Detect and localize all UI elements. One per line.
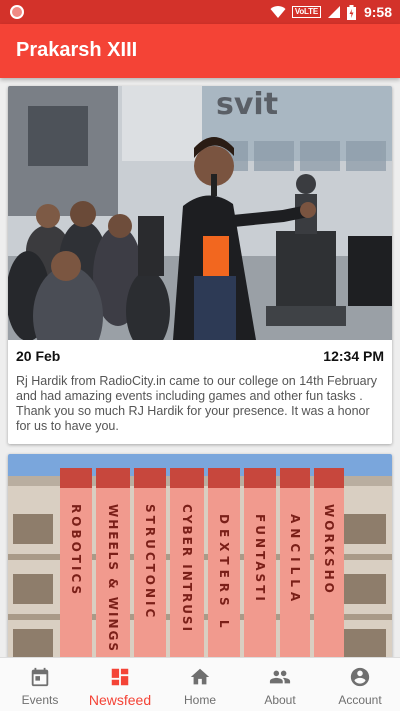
people-icon — [269, 670, 291, 684]
bottom-navigation: Events Newsfeed Home About Account — [0, 657, 400, 711]
status-icons: VoLTE 9:58 — [270, 3, 392, 21]
nav-item-events[interactable]: Events — [0, 658, 80, 711]
nav-label: Newsfeed — [88, 692, 152, 708]
nav-label: About — [264, 693, 296, 707]
banner-label: ROBOTICS — [69, 504, 83, 597]
calendar-icon — [31, 667, 49, 687]
newsfeed-list[interactable]: svit 20 Feb 12:34 PM Rj Hardik from Radi… — [0, 78, 400, 657]
home-icon — [190, 668, 210, 685]
nav-item-home[interactable]: Home — [160, 658, 240, 711]
post-description: Rj Hardik from RadioCity.in came to our … — [16, 374, 378, 433]
app-bar: Prakarsh XIII — [0, 24, 400, 78]
nav-label: Home — [183, 693, 216, 707]
banner-label: ANCILLA — [288, 514, 302, 606]
battery-icon — [346, 4, 356, 20]
news-card[interactable]: ROBOTICS WHEELS & WINGS STRUCTONIC CYBER… — [8, 454, 392, 657]
post-date: 20 Feb — [16, 348, 61, 364]
nav-label: Events — [21, 693, 59, 707]
post-time: 12:34 PM — [323, 348, 384, 364]
volte-badge: VoLTE — [291, 6, 321, 18]
banner-label: WHEELS & WINGS — [106, 504, 120, 653]
building-sign: svit — [216, 87, 278, 122]
wifi-icon — [270, 6, 286, 19]
notification-icon — [10, 5, 24, 19]
app-title: Prakarsh XIII — [16, 39, 138, 61]
banner-label: FUNTASTI — [253, 514, 267, 604]
banner-label: WORKSHO — [322, 504, 336, 596]
nav-item-newsfeed[interactable]: Newsfeed — [80, 658, 160, 711]
signal-icon — [327, 6, 340, 18]
banner-label: CYBER INTRUSI — [180, 504, 194, 633]
status-bar: VoLTE 9:58 — [0, 0, 400, 24]
nav-label: Account — [338, 693, 382, 707]
nav-item-about[interactable]: About — [240, 658, 320, 711]
nav-item-account[interactable]: Account — [320, 658, 400, 711]
dashboard-icon — [111, 668, 129, 686]
post-image[interactable]: svit — [8, 86, 392, 340]
post-meta: 20 Feb 12:34 PM — [16, 348, 384, 368]
post-image[interactable]: ROBOTICS WHEELS & WINGS STRUCTONIC CYBER… — [8, 454, 392, 657]
banner-label: STRUCTONIC — [143, 504, 157, 620]
status-time: 9:58 — [363, 4, 392, 20]
account-circle-icon — [350, 667, 370, 687]
news-card[interactable]: svit 20 Feb 12:34 PM Rj Hardik from Radi… — [8, 86, 392, 444]
banner-label: DEXTERS L — [217, 514, 231, 633]
